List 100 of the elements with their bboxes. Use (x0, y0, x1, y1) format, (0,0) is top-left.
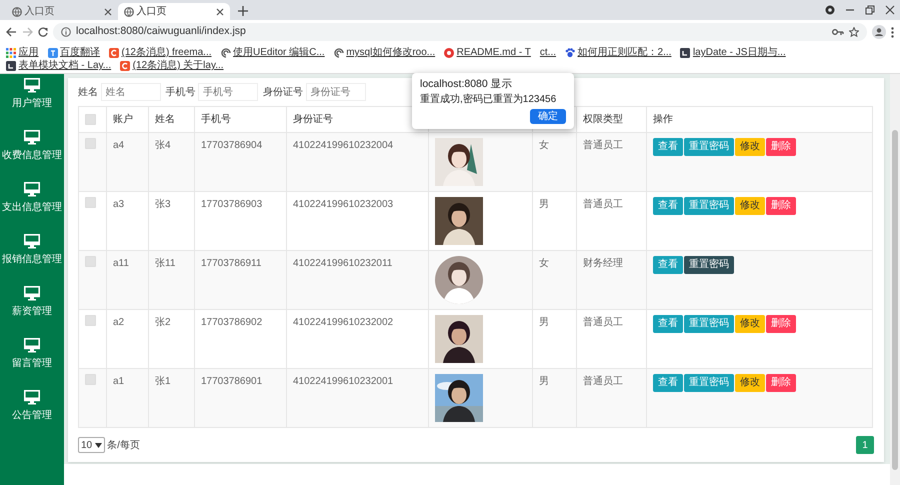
bookmark-link[interactable]: 百度翻译 (48, 46, 100, 59)
action-button[interactable]: 查看 (653, 197, 683, 215)
address-field[interactable]: localhost:8080/caiwuguanli/index.jsp (53, 23, 867, 41)
back-icon[interactable] (6, 27, 17, 37)
checkbox[interactable] (85, 197, 96, 208)
globe-icon (12, 6, 22, 16)
bookmark-link[interactable]: README.md - T (444, 46, 531, 59)
checkbox[interactable] (85, 315, 96, 326)
column-header: 权限类型 (583, 114, 623, 125)
scrollbar[interactable] (890, 74, 900, 485)
field-label: 姓名 (78, 86, 98, 100)
action-button[interactable]: 重置密码 (684, 138, 734, 156)
ok-button[interactable]: 确定 (530, 108, 566, 124)
dialog-message: 重置成功,密码已重置为123456 (420, 93, 558, 106)
table-cell: 张11 (148, 250, 194, 310)
action-button[interactable]: 查看 (653, 256, 683, 274)
caret-icon (94, 442, 102, 448)
bookmark-link[interactable]: 应用 (6, 46, 38, 59)
column-header: 操作 (653, 114, 673, 125)
checkbox[interactable] (85, 114, 96, 125)
page-button[interactable]: 1 (856, 436, 874, 454)
close-icon[interactable] (885, 5, 895, 15)
action-button[interactable]: 重置密码 (684, 256, 734, 274)
checkbox[interactable] (85, 374, 96, 385)
table-cell: a4 (106, 132, 148, 192)
info-icon (61, 27, 71, 37)
checkbox[interactable] (85, 256, 96, 267)
sidebar-item[interactable]: 用户管理 (0, 74, 64, 126)
dialog-title: localhost:8080 显示 (420, 78, 514, 91)
field-label: 手机号 (166, 86, 196, 100)
table-cell: 财务经理 (576, 250, 646, 310)
table-cell: 女 (532, 132, 576, 192)
sidebar-item[interactable]: 支出信息管理 (0, 178, 64, 230)
monitor-icon (24, 130, 40, 145)
table-cell: 410224199610232011 (286, 250, 428, 310)
table-cell: 女 (532, 250, 576, 310)
sidebar-item[interactable]: 收费信息管理 (0, 126, 64, 178)
action-button[interactable]: 修改 (735, 138, 765, 156)
menu-icon[interactable] (891, 26, 894, 38)
swirl-icon (220, 48, 231, 58)
record-icon[interactable] (825, 5, 835, 15)
bookmark-link[interactable]: 使用UEditor 编辑C... (220, 46, 325, 59)
field-label: 身份证号 (263, 86, 303, 100)
action-button[interactable]: 查看 (653, 138, 683, 156)
action-button[interactable]: 删除 (766, 315, 796, 333)
profile-icon[interactable] (872, 25, 886, 39)
monitor-icon (24, 390, 40, 405)
swirl-icon (334, 48, 344, 58)
sidebar-item[interactable]: 公告管理 (0, 386, 64, 438)
bookmark-link[interactable]: ct... (540, 46, 556, 59)
sidebar-item[interactable]: 留言管理 (0, 334, 64, 386)
table-cell: 17703786911 (194, 250, 286, 310)
scrollbar-thumb[interactable] (892, 130, 898, 470)
restore-icon[interactable] (865, 5, 875, 15)
action-button[interactable]: 重置密码 (684, 315, 734, 333)
bookmark-link[interactable]: 表单模块文档 - Lay... (6, 59, 112, 72)
table-cell: 410224199610232001 (286, 368, 428, 428)
table-cell: 张4 (148, 132, 194, 192)
close-icon[interactable] (104, 8, 112, 16)
action-button[interactable]: 删除 (766, 197, 796, 215)
input-field[interactable]: 姓名 (100, 83, 160, 101)
bookmark-link[interactable]: (12条消息) 关于lay... (120, 59, 224, 72)
action-button[interactable]: 查看 (653, 315, 683, 333)
action-button[interactable]: 查看 (653, 374, 683, 392)
action-button[interactable]: 修改 (735, 197, 765, 215)
translate-icon (48, 48, 58, 58)
checkbox[interactable] (85, 138, 96, 149)
bookmark-link[interactable]: 如何用正则匹配：2... (565, 46, 672, 59)
key-icon[interactable] (832, 28, 844, 36)
table-cell: 普通员工 (576, 368, 646, 428)
sidebar-item[interactable]: 薪资管理 (0, 282, 64, 334)
reload-icon[interactable] (38, 27, 48, 37)
sidebar-item[interactable]: 报销信息管理 (0, 230, 64, 282)
page-size-label: 条/每页 (107, 438, 140, 452)
bookmark-link[interactable]: (12条消息) freema... (109, 46, 212, 59)
bookmark-icon (120, 60, 130, 70)
action-button[interactable]: 重置密码 (684, 374, 734, 392)
page-size-select[interactable]: 10 (78, 437, 105, 453)
globe-icon (124, 6, 134, 16)
column-header: 账户 (113, 114, 133, 125)
browser-tab[interactable]: 入口页 (6, 3, 118, 20)
action-button[interactable]: 修改 (735, 374, 765, 392)
table-cell: 普通员工 (576, 132, 646, 192)
table-cell: 17703786901 (194, 368, 286, 428)
action-button[interactable]: 删除 (766, 374, 796, 392)
monitor-icon (24, 338, 40, 353)
input-field[interactable]: 手机号 (198, 83, 258, 101)
close-icon[interactable] (216, 8, 224, 16)
column-header: 姓名 (155, 114, 175, 125)
monitor-icon (24, 78, 40, 93)
star-icon[interactable] (849, 27, 859, 37)
monitor-icon (24, 286, 40, 301)
action-button[interactable]: 重置密码 (684, 197, 734, 215)
new-tab-icon[interactable] (238, 6, 248, 16)
bookmark-link[interactable]: layDate - JS日期与... (680, 46, 786, 59)
browser-tab[interactable]: 入口页 (118, 3, 230, 20)
action-button[interactable]: 修改 (735, 315, 765, 333)
bookmark-link[interactable]: mysql如何修改roo... (334, 46, 436, 59)
action-button[interactable]: 删除 (766, 138, 796, 156)
input-field[interactable]: 身份证号 (306, 83, 366, 101)
